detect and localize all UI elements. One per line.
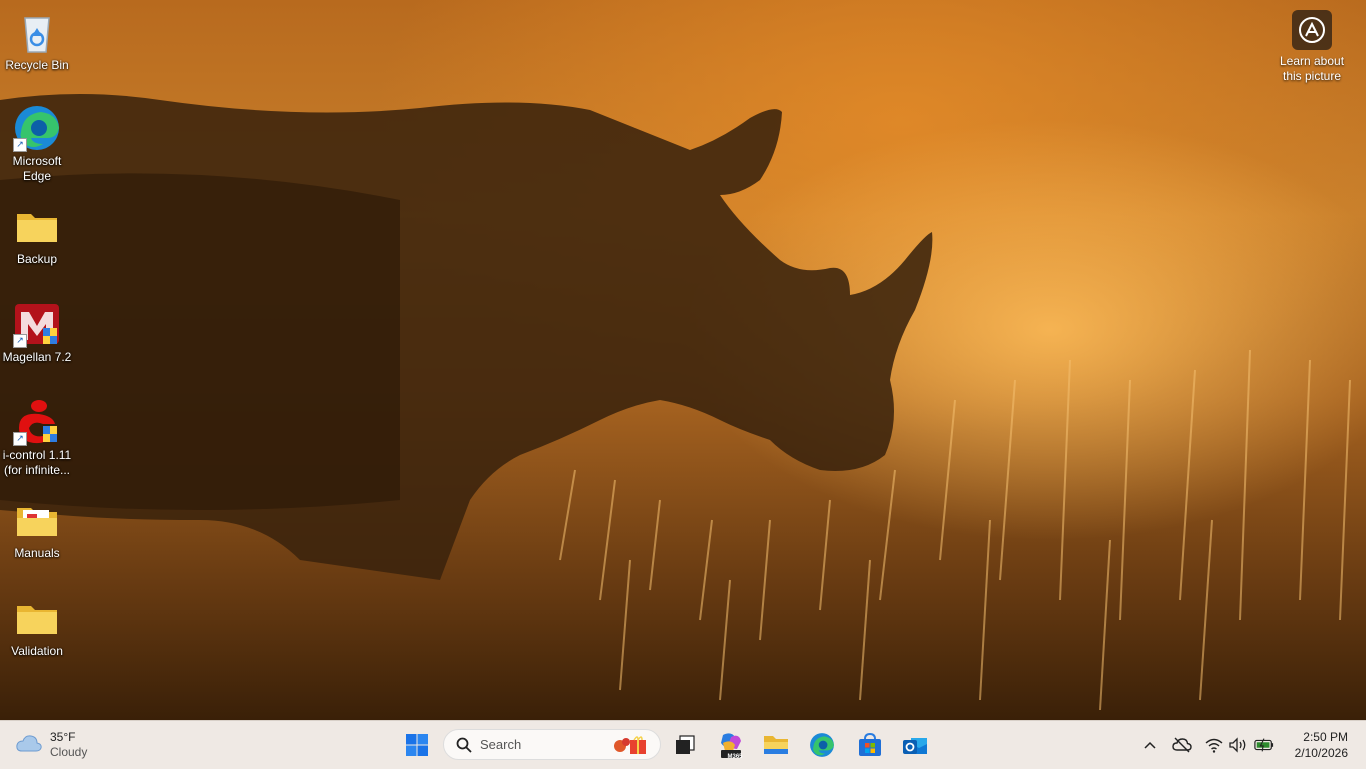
taskbar-search-box[interactable]: Search	[443, 729, 661, 760]
weather-temperature: 35°F	[50, 730, 76, 744]
chevron-up-icon	[1144, 741, 1156, 749]
edge-icon	[810, 733, 834, 757]
i-control-app-icon: ↗	[13, 398, 61, 446]
desktop-wallpaper	[0, 0, 1366, 720]
i-control-desktop-icon[interactable]: ↗ i-control 1.11 (for infinite...	[0, 398, 74, 478]
folder-icon	[13, 202, 61, 250]
edge-taskbar-button[interactable]	[804, 727, 840, 763]
microsoft-store-icon	[859, 732, 881, 756]
volume-button[interactable]	[1228, 735, 1248, 755]
battery-button[interactable]	[1254, 735, 1274, 755]
validation-label: Validation	[11, 644, 63, 658]
backup-label: Backup	[16, 252, 58, 266]
search-highlight-gift-icon	[612, 734, 650, 761]
speaker-icon	[1229, 737, 1246, 753]
recycle-bin-desktop-icon[interactable]: Recycle Bin	[0, 8, 74, 73]
weather-condition: Cloudy	[50, 745, 88, 759]
recycle-bin-icon	[13, 8, 61, 56]
outlook-button[interactable]	[897, 727, 933, 763]
battery-charging-icon	[1254, 738, 1274, 752]
manuals-label: Manuals	[14, 546, 60, 560]
m365-badge: M365	[727, 754, 743, 760]
folder-icon	[13, 594, 61, 642]
magellan-label: Magellan 7.2	[2, 350, 72, 364]
cloud-icon	[16, 733, 42, 758]
file-explorer-button[interactable]	[758, 727, 794, 763]
taskbar: 35°F Cloudy Search M365 2:50 PM 2/10/202…	[0, 720, 1366, 769]
weather-widget[interactable]: 35°F Cloudy	[16, 727, 87, 763]
manuals-folder-desktop-icon[interactable]: Manuals	[0, 496, 74, 561]
folder-icon	[13, 496, 61, 544]
i-control-label: i-control 1.11 (for infinite...	[2, 448, 72, 477]
network-button[interactable]	[1204, 735, 1224, 755]
windows-start-icon	[406, 734, 428, 756]
microsoft-store-button[interactable]	[852, 727, 888, 763]
start-button[interactable]	[399, 727, 435, 763]
clock-button[interactable]: 2:50 PM 2/10/2026	[1282, 729, 1348, 761]
shortcut-arrow-icon: ↗	[13, 432, 27, 446]
cloud-offline-icon	[1172, 737, 1192, 753]
clock-date: 2/10/2026	[1294, 746, 1348, 760]
outlook-icon	[903, 738, 927, 754]
show-hidden-icons-button[interactable]	[1140, 735, 1160, 755]
wifi-icon	[1205, 738, 1223, 753]
search-icon	[456, 737, 472, 753]
camera-info-icon	[1292, 10, 1332, 50]
microsoft-edge-label: Microsoft Edge	[12, 154, 62, 183]
task-view-button[interactable]	[667, 727, 703, 763]
validation-folder-desktop-icon[interactable]: Validation	[0, 594, 74, 659]
recycle-bin-label: Recycle Bin	[5, 58, 69, 72]
search-placeholder: Search	[480, 737, 522, 752]
onedrive-status-button[interactable]	[1172, 735, 1192, 755]
file-explorer-icon	[764, 736, 788, 754]
shortcut-arrow-icon: ↗	[13, 138, 27, 152]
edge-icon: ↗	[13, 104, 61, 152]
task-view-icon	[676, 735, 695, 754]
shortcut-arrow-icon: ↗	[13, 334, 27, 348]
microsoft-edge-desktop-icon[interactable]: ↗ Microsoft Edge	[0, 104, 74, 184]
backup-folder-desktop-icon[interactable]: Backup	[0, 202, 74, 267]
magellan-desktop-icon[interactable]: ↗ Magellan 7.2	[0, 300, 74, 365]
clock-time: 2:50 PM	[1303, 730, 1348, 744]
learn-about-label: Learn about this picture	[1279, 54, 1345, 83]
m365-copilot-button[interactable]: M365	[713, 727, 749, 763]
magellan-app-icon: ↗	[13, 300, 61, 348]
learn-about-picture-button[interactable]: Learn about this picture	[1272, 10, 1352, 84]
